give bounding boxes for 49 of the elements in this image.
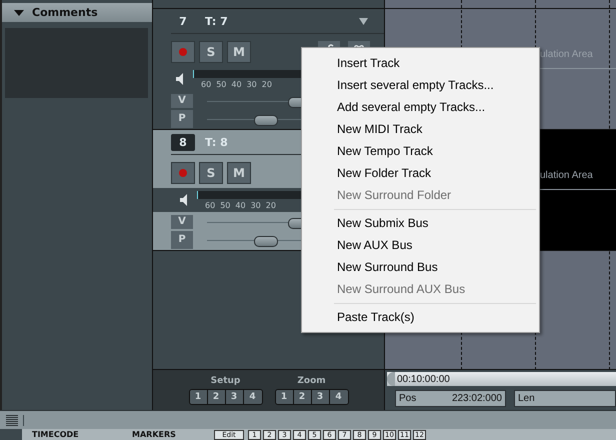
speaker-icon [175,72,185,86]
lane-label: ulation Area [540,170,593,181]
time-ruler[interactable]: 00:10:00:00 [387,372,616,386]
mute-button[interactable]: M [227,162,251,184]
meter-scale-label: 20 [266,200,276,210]
group-label: Zoom [297,376,326,386]
preset-button[interactable]: 4 [330,390,348,404]
preset-button[interactable]: 1 [276,390,294,404]
meter-scale-label: 40 [231,80,242,88]
solo-button[interactable]: S [199,162,223,184]
meter-scale-label: 60 [201,80,212,88]
meter-scale-label: 60 [205,200,216,210]
preset-button[interactable]: 2 [208,390,226,404]
dropdown-icon[interactable] [359,17,368,25]
group-label: Setup [210,376,240,386]
preset-button[interactable]: 3 [312,390,330,404]
meter-scale-label: 50 [220,200,230,210]
preset-button[interactable]: 2 [294,390,312,404]
position-field[interactable]: Pos 223:02:000 [395,390,506,407]
pan-slider-thumb[interactable] [254,236,278,246]
volume-label: V [171,94,193,108]
menu-item[interactable]: New Surround Bus [304,256,537,278]
mute-button[interactable]: M [227,41,251,63]
meter-scale-label: 30 [250,200,261,210]
pan-slider-thumb[interactable] [254,114,278,126]
meter-scale-label: 50 [216,80,226,88]
volume-label: V [171,215,193,229]
menu-item[interactable]: Paste Track(s) [304,306,537,328]
record-icon [179,48,187,56]
pan-label: P [171,231,193,249]
speaker-icon [179,193,189,207]
track-number: 8 [171,134,195,150]
preset-button[interactable]: 4 [244,390,262,404]
length-field[interactable]: Len [514,390,616,407]
pan-label: P [171,110,193,128]
meter-scale-label: 30 [246,80,257,88]
track-name: T: 7 [205,14,229,28]
solo-button[interactable]: S [199,41,223,63]
meter-scale-label: 40 [235,200,246,210]
list-icon[interactable] [6,414,24,426]
preset-button[interactable]: 3 [226,390,244,404]
preset-button[interactable]: 1 [190,390,208,404]
track-name: T: 8 [205,136,229,148]
timecode-label: TIMECODE [32,430,80,439]
meter-scale-label: 20 [262,80,272,88]
track-number: 7 [178,14,188,30]
record-icon [179,169,187,177]
markers-label: MARKERS [132,430,177,439]
comments-header[interactable]: Comments [2,3,152,22]
